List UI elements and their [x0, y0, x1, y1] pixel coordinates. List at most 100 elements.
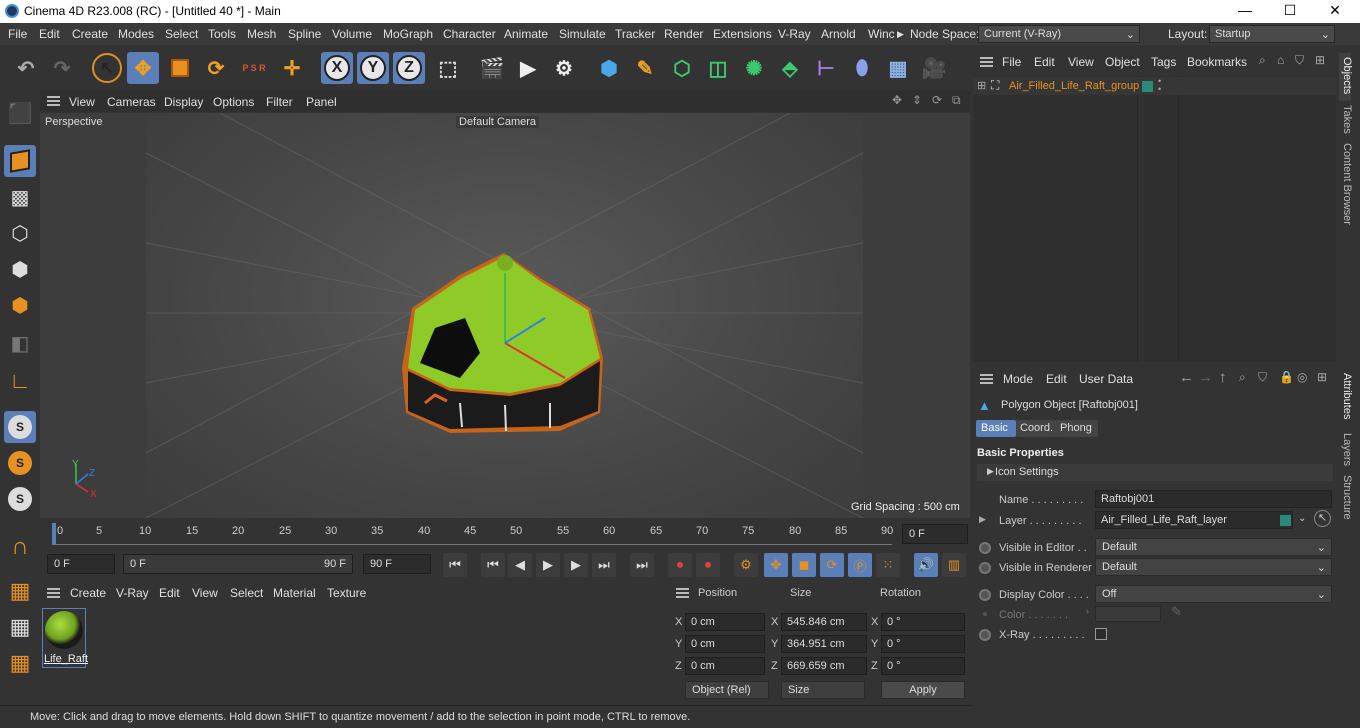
viewport-menu-display[interactable]: Display	[164, 95, 203, 109]
hamburger-icon[interactable]	[47, 588, 60, 590]
menu-select[interactable]: Select	[165, 27, 198, 41]
material-menu-select[interactable]: Select	[230, 586, 263, 600]
model-mode-icon[interactable]	[4, 145, 36, 177]
viewport-zoom-icon[interactable]: ⇕	[912, 93, 922, 107]
minimize-button[interactable]: —	[1230, 2, 1260, 18]
rot-y-field[interactable]: 0 °	[881, 635, 965, 653]
material-menu-create[interactable]: Create	[70, 586, 106, 600]
close-button[interactable]: ✕	[1320, 2, 1350, 19]
record-active-icon[interactable]: ⏺	[668, 553, 692, 577]
frame-range-slider[interactable]: 0 F 90 F	[123, 554, 353, 574]
icon-settings-group[interactable]: ▶ Icon Settings	[977, 464, 1333, 481]
node-space-dropdown[interactable]: Current (V-Ray) ⌄	[978, 25, 1140, 43]
floor-icon[interactable]: ▦	[882, 52, 914, 84]
pos-y-field[interactable]: 0 cm	[685, 635, 765, 653]
object-name[interactable]: Air_Filled_Life_Raft_group	[1009, 80, 1139, 92]
menu-volume[interactable]: Volume	[332, 27, 372, 41]
up-arrow-icon[interactable]: ↑	[1219, 369, 1227, 386]
mograph-cloner-icon[interactable]: ✺	[738, 52, 770, 84]
playhead[interactable]	[52, 523, 56, 545]
attr-menu-edit[interactable]: Edit	[1046, 372, 1067, 386]
maximize-button[interactable]: ☐	[1275, 2, 1305, 19]
hamburger-icon[interactable]	[47, 96, 60, 98]
subdivision-surface-icon[interactable]: ⬡	[666, 52, 698, 84]
material-menu-texture[interactable]: Texture	[327, 586, 366, 600]
new-window-icon[interactable]: ⊞	[1315, 53, 1325, 67]
pos-x-field[interactable]: 0 cm	[685, 613, 765, 631]
cube-object-icon[interactable]: ⬢	[593, 52, 625, 84]
keyframe-selection-icon[interactable]: ⚙	[734, 553, 758, 577]
viewport-menu-panel[interactable]: Panel	[306, 95, 337, 109]
material-item[interactable]: Life_Raft	[42, 608, 88, 668]
current-frame-field[interactable]: 0 F	[902, 524, 968, 544]
redo-icon[interactable]: ↷	[46, 52, 78, 84]
array-icon[interactable]: ⬘	[774, 52, 806, 84]
side-tab-attributes[interactable]: Attributes	[1341, 373, 1353, 419]
menu-tools[interactable]: Tools	[208, 27, 236, 41]
animate-dot-icon[interactable]	[979, 589, 991, 601]
viewport-menu-options[interactable]: Options	[213, 95, 254, 109]
attr-menu-user-data[interactable]: User Data	[1079, 372, 1133, 386]
menu-window[interactable]: Winc	[868, 27, 895, 41]
size-z-field[interactable]: 669.659 cm	[781, 657, 867, 675]
tab-basic[interactable]: Basic	[976, 420, 1016, 437]
side-tab-takes[interactable]: Takes	[1341, 105, 1353, 134]
objects-menu-view[interactable]: View	[1068, 55, 1094, 69]
hamburger-icon[interactable]	[980, 57, 993, 59]
workplane-icon[interactable]: ▦	[4, 575, 36, 607]
move-tool-icon[interactable]: ✥	[127, 52, 159, 84]
snap-magnet-icon[interactable]: ∩	[4, 531, 36, 563]
objects-menu-edit[interactable]: Edit	[1034, 55, 1055, 69]
scale-tool-icon[interactable]	[164, 52, 196, 84]
key-pla-icon[interactable]: ⁙	[876, 553, 900, 577]
xray-checkbox[interactable]	[1095, 628, 1107, 640]
locked-workplane-icon[interactable]: ▦	[4, 611, 36, 643]
hamburger-icon[interactable]	[676, 588, 689, 590]
camera-icon[interactable]: 🎥	[918, 52, 950, 84]
size-y-field[interactable]: 364.951 cm	[781, 635, 867, 653]
x-axis-lock-button[interactable]: X	[321, 52, 353, 84]
sound-icon[interactable]: 🔊	[914, 553, 938, 577]
hamburger-icon[interactable]	[980, 374, 993, 376]
menu-render[interactable]: Render	[664, 27, 703, 41]
search-icon[interactable]: ⌕	[1239, 370, 1246, 385]
next-key-icon[interactable]: ⏭	[592, 553, 616, 577]
objects-menu-object[interactable]: Object	[1105, 55, 1140, 69]
animate-dot-icon[interactable]	[979, 542, 991, 554]
psr-icon[interactable]: P S R	[238, 52, 270, 84]
objects-menu-file[interactable]: File	[1002, 55, 1021, 69]
rot-z-field[interactable]: 0 °	[881, 657, 965, 675]
key-position-icon[interactable]: ✥	[764, 553, 788, 577]
solo-hierarchy-icon[interactable]: S	[4, 483, 36, 515]
expand-icon[interactable]: ⊞	[977, 79, 986, 92]
visible-editor-dropdown[interactable]: Default ⌄	[1095, 538, 1332, 556]
point-mode-icon[interactable]: ⬡	[4, 217, 36, 249]
timeline-ruler[interactable]: 0 5 10 15 20 25 30 35 40 45 50 55 60 65 …	[40, 520, 970, 550]
attr-menu-mode[interactable]: Mode	[1003, 372, 1033, 386]
objects-menu-tags[interactable]: Tags	[1151, 55, 1176, 69]
viewport-menu-view[interactable]: View	[69, 95, 95, 109]
search-icon[interactable]: ⌕	[1259, 53, 1266, 68]
menu-create[interactable]: Create	[72, 27, 108, 41]
default-camera-label[interactable]: Default Camera	[456, 116, 540, 128]
z-axis-lock-button[interactable]: Z	[393, 52, 425, 84]
size-x-field[interactable]: 545.846 cm	[781, 613, 867, 631]
apply-button[interactable]: Apply	[881, 681, 965, 699]
size-mode-dropdown[interactable]: Size	[781, 681, 865, 699]
animate-dot-icon[interactable]	[979, 629, 991, 641]
extrude-icon[interactable]: ◫	[702, 52, 734, 84]
visible-renderer-dropdown[interactable]: Default ⌄	[1095, 558, 1332, 576]
name-field[interactable]: Raftobj001	[1095, 490, 1332, 508]
filter-icon[interactable]: ⛉	[1258, 370, 1267, 385]
workplane-rotate-icon[interactable]: ▦	[4, 647, 36, 679]
next-frame-icon[interactable]: ▶	[564, 553, 588, 577]
material-menu-view[interactable]: View	[192, 586, 218, 600]
menu-modes[interactable]: Modes	[118, 27, 154, 41]
visibility-dots-icon[interactable]: • •	[1158, 77, 1161, 94]
menu-arnold[interactable]: Arnold	[821, 27, 856, 41]
polygon-mode-icon[interactable]: ⬢	[4, 289, 36, 321]
deformer-icon[interactable]: ⊢	[810, 52, 842, 84]
edge-mode-icon[interactable]: ⬢	[4, 253, 36, 285]
transform-axis-icon[interactable]: ✛	[276, 52, 308, 84]
tab-coord[interactable]: Coord.	[1016, 420, 1056, 437]
